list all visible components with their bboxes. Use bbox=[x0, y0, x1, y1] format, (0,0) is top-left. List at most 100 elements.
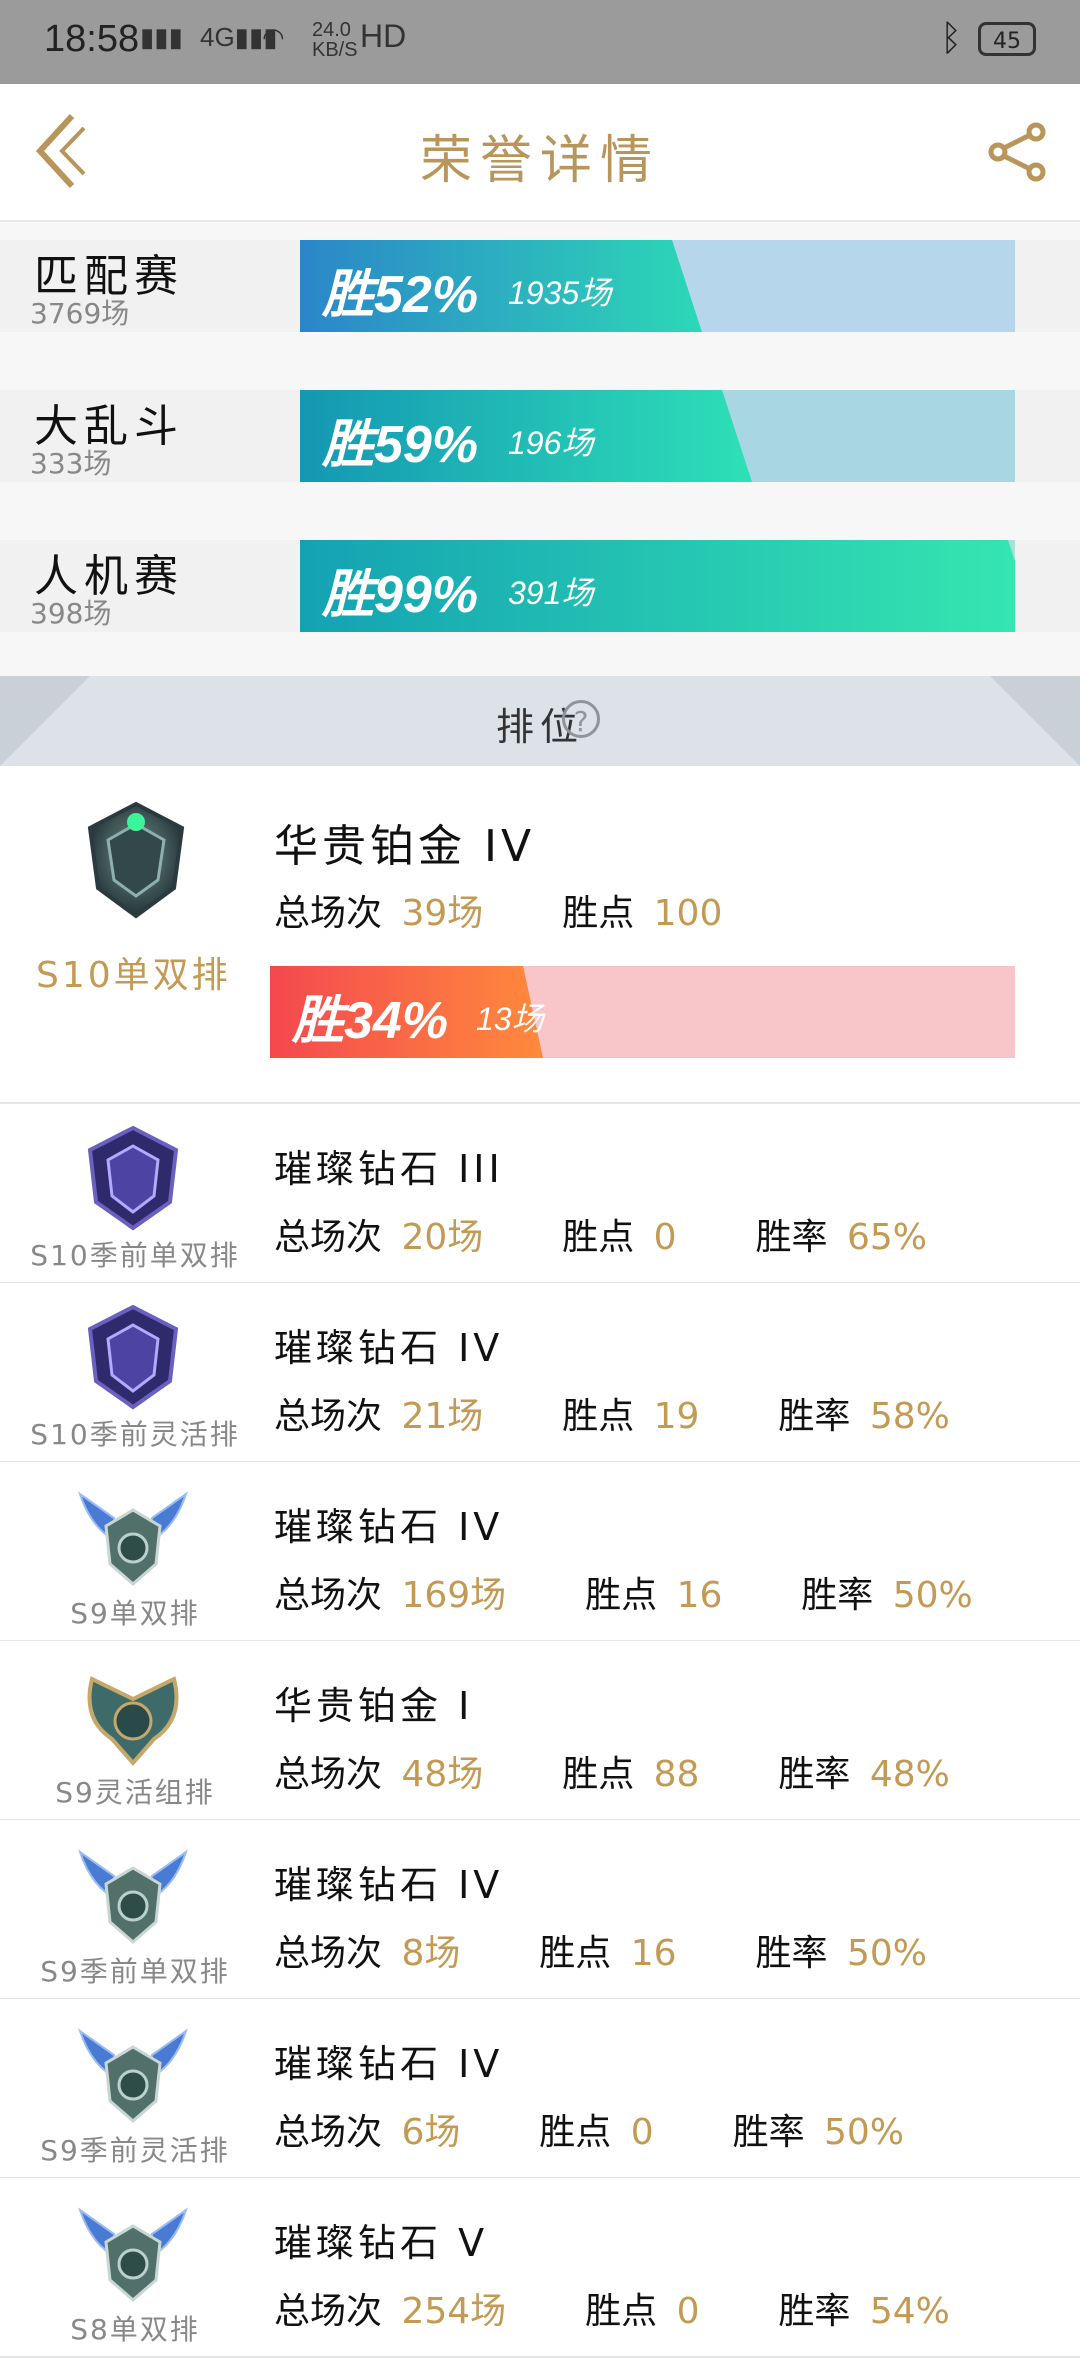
history-rank: 璀璨钻石 IV bbox=[274, 1505, 504, 1549]
rate-label: 胜率 bbox=[778, 2291, 851, 2332]
mode-win-bar: 胜99% 391场 bbox=[300, 540, 1015, 632]
total-label: 总场次 bbox=[274, 2112, 383, 2153]
win-percent: 胜59% bbox=[322, 416, 479, 474]
rank-history-row[interactable]: S10季前单双排 璀璨钻石 III 总场次 20场 胜点 0 胜率 65% bbox=[0, 1104, 1080, 1284]
history-rank: 璀璨钻石 IV bbox=[274, 1863, 504, 1907]
battery-indicator: 45 bbox=[978, 22, 1036, 56]
total-label: 总场次 bbox=[274, 1396, 383, 1437]
rank-history-row[interactable]: S10季前灵活排 璀璨钻石 IV 总场次 21场 胜点 19 胜率 58% bbox=[0, 1283, 1080, 1463]
total-value: 21场 bbox=[401, 1396, 484, 1437]
rank-history-row[interactable]: S8单双排 璀璨钻石 V 总场次 254场 胜点 0 胜率 54% bbox=[0, 2178, 1080, 2358]
points-label: 胜点 bbox=[562, 1396, 635, 1437]
diamond-winged-emblem-icon bbox=[78, 1491, 188, 1586]
win-percent: 胜52% bbox=[322, 266, 479, 324]
app-header: 荣誉详情 bbox=[0, 84, 1080, 222]
share-icon[interactable] bbox=[988, 122, 1048, 182]
points-label: 胜点 bbox=[562, 1217, 635, 1258]
rank-history-row[interactable]: S9季前单双排 璀璨钻石 IV 总场次 8场 胜点 16 胜率 50% bbox=[0, 1820, 1080, 2000]
rate-value: 50% bbox=[892, 1575, 973, 1616]
current-season-label: S10单双排 bbox=[36, 955, 231, 996]
win-games: 1935场 bbox=[508, 275, 612, 311]
history-stats: 总场次 20场 胜点 0 胜率 65% bbox=[274, 1208, 935, 1260]
current-rank-title: 华贵铂金 IV bbox=[274, 821, 536, 872]
diamond-winged-emblem-icon bbox=[78, 2207, 188, 2302]
ranked-section-header: 排位 ? bbox=[0, 676, 1080, 766]
mode-count: 333场 bbox=[30, 447, 112, 480]
rate-value: 54% bbox=[869, 2291, 950, 2332]
mode-win-bar: 胜52% 1935场 bbox=[300, 240, 1015, 332]
rate-label: 胜率 bbox=[755, 1933, 828, 1974]
history-season: S9单双排 bbox=[70, 1597, 200, 1630]
history-stats: 总场次 21场 胜点 19 胜率 58% bbox=[274, 1387, 958, 1439]
diamond-winged-emblem-icon bbox=[78, 1849, 188, 1944]
history-season: S9灵活组排 bbox=[55, 1776, 215, 1809]
total-value: 169场 bbox=[401, 1575, 507, 1616]
history-season: S8单双排 bbox=[70, 2313, 200, 2346]
points-label: 胜点 bbox=[562, 1754, 635, 1795]
rate-label: 胜率 bbox=[732, 2112, 805, 2153]
diamond-winged-emblem-icon bbox=[78, 2028, 188, 2123]
win-percent: 胜99% bbox=[322, 566, 479, 624]
win-percent: 胜34% bbox=[292, 992, 449, 1050]
total-value: 39场 bbox=[401, 893, 484, 934]
points-label: 胜点 bbox=[562, 893, 635, 934]
rate-value: 50% bbox=[824, 2112, 905, 2153]
platinum-emblem-icon bbox=[87, 801, 185, 919]
points-label: 胜点 bbox=[585, 1575, 658, 1616]
mode-count: 398场 bbox=[30, 597, 112, 630]
total-label: 总场次 bbox=[274, 893, 383, 934]
current-win-bar: 胜34% 13场 bbox=[270, 966, 1015, 1058]
points-label: 胜点 bbox=[539, 2112, 612, 2153]
mode-count: 3769场 bbox=[30, 297, 130, 330]
history-rank: 璀璨钻石 IV bbox=[274, 2042, 504, 2086]
mode-row[interactable]: 大乱斗 333场 胜59% 196场 bbox=[0, 390, 1080, 482]
mode-row[interactable]: 人机赛 398场 胜99% 391场 bbox=[0, 540, 1080, 632]
network-speed: 24.0 KB/S bbox=[312, 20, 358, 60]
total-value: 48场 bbox=[401, 1754, 484, 1795]
points-value: 0 bbox=[676, 2291, 700, 2332]
bluetooth-icon: ᛒ bbox=[940, 18, 962, 59]
total-value: 20场 bbox=[401, 1217, 484, 1258]
diamond-emblem-icon bbox=[87, 1125, 179, 1231]
total-value: 254场 bbox=[401, 2291, 507, 2332]
history-stats: 总场次 6场 胜点 0 胜率 50% bbox=[274, 2103, 912, 2155]
win-games: 13场 bbox=[476, 1001, 544, 1037]
points-value: 16 bbox=[676, 1575, 723, 1616]
rank-history-row[interactable]: S9单双排 璀璨钻石 IV 总场次 169场 胜点 16 胜率 50% bbox=[0, 1462, 1080, 1642]
help-icon[interactable]: ? bbox=[562, 700, 600, 738]
rate-label: 胜率 bbox=[755, 1217, 828, 1258]
page-title: 荣誉详情 bbox=[419, 131, 660, 191]
rate-label: 胜率 bbox=[778, 1396, 851, 1437]
history-rank: 璀璨钻石 V bbox=[274, 2221, 489, 2265]
current-rank-card[interactable]: S10单双排 华贵铂金 IV 总场次 39场 胜点 100 胜34% 13场 bbox=[0, 766, 1080, 1104]
hd-indicator: HD bbox=[360, 18, 407, 54]
win-games: 391场 bbox=[508, 575, 594, 611]
rate-label: 胜率 bbox=[801, 1575, 874, 1616]
rate-label: 胜率 bbox=[778, 1754, 851, 1795]
points-label: 胜点 bbox=[585, 2291, 658, 2332]
points-value: 19 bbox=[653, 1396, 700, 1437]
network-speed-value: 24.0 bbox=[312, 19, 351, 41]
rate-value: 48% bbox=[869, 1754, 950, 1795]
points-value: 0 bbox=[630, 2112, 654, 2153]
history-rank: 璀璨钻石 IV bbox=[274, 1326, 504, 1370]
wifi-icon: ◠ bbox=[262, 22, 285, 52]
history-rank: 华贵铂金 I bbox=[274, 1684, 474, 1728]
history-stats: 总场次 8场 胜点 16 胜率 50% bbox=[274, 1924, 935, 1976]
history-season: S10季前灵活排 bbox=[30, 1418, 240, 1451]
rank-history-row[interactable]: S9季前灵活排 璀璨钻石 IV 总场次 6场 胜点 0 胜率 50% bbox=[0, 1999, 1080, 2179]
points-value: 88 bbox=[653, 1754, 700, 1795]
rate-value: 65% bbox=[846, 1217, 927, 1258]
mode-win-bar: 胜59% 196场 bbox=[300, 390, 1015, 482]
rate-value: 58% bbox=[869, 1396, 950, 1437]
history-rank: 璀璨钻石 III bbox=[274, 1147, 504, 1191]
rank-history-row[interactable]: S9灵活组排 华贵铂金 I 总场次 48场 胜点 88 胜率 48% bbox=[0, 1641, 1080, 1821]
total-label: 总场次 bbox=[274, 1754, 383, 1795]
mode-row[interactable]: 匹配赛 3769场 胜52% 1935场 bbox=[0, 240, 1080, 332]
history-season: S10季前单双排 bbox=[30, 1239, 240, 1272]
history-season: S9季前灵活排 bbox=[40, 2134, 230, 2167]
total-label: 总场次 bbox=[274, 1575, 383, 1616]
win-games: 196场 bbox=[508, 425, 594, 461]
total-label: 总场次 bbox=[274, 1217, 383, 1258]
platinum-emblem-icon bbox=[87, 1676, 179, 1767]
